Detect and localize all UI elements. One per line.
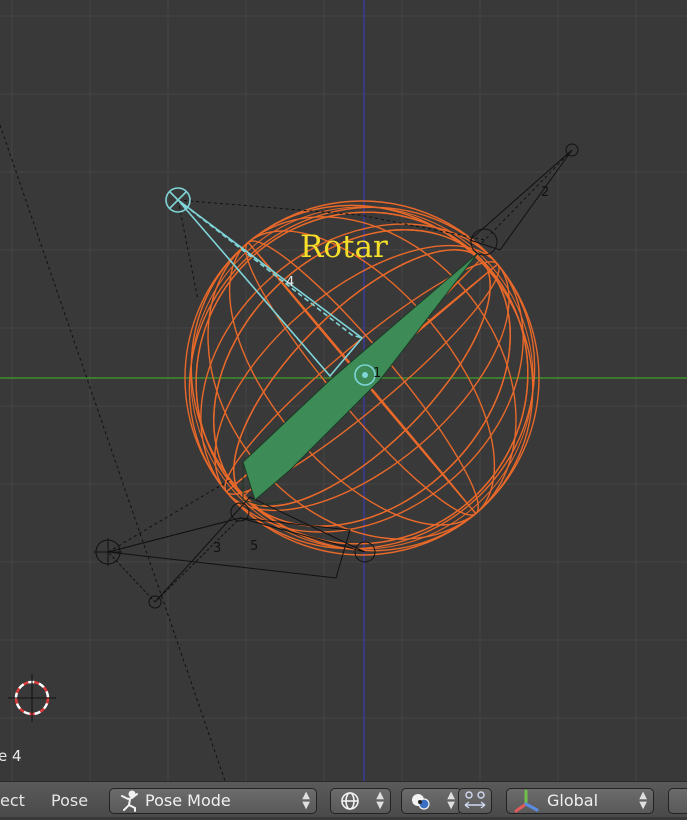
updown-arrows-icon: ▲ ▼ <box>447 790 455 811</box>
updown-arrows-icon: ▲ ▼ <box>639 790 647 811</box>
updown-arrows-icon: ▲ ▼ <box>302 790 310 811</box>
bone-shape <box>154 496 366 603</box>
joint-circle <box>362 372 368 378</box>
select-menu[interactable]: ect <box>0 788 25 814</box>
viewport-header: ect Pose Pose Mode ▲ ▼ ▲ ▼ ▲ ▼ Global ▲ ▼ <box>0 781 687 817</box>
updown-arrows-icon: ▲ ▼ <box>376 790 384 811</box>
header-extra-button[interactable] <box>668 788 687 814</box>
pose-menu[interactable]: Pose <box>51 788 88 814</box>
relationship-line <box>107 479 231 553</box>
transform-orientation-selector[interactable]: Global ▲ ▼ <box>506 788 654 814</box>
bone-number-label: 4 <box>286 275 295 290</box>
bone-number-label: 5 <box>250 539 259 554</box>
globe-icon <box>340 791 360 818</box>
rotar-label: Rotar <box>300 229 388 265</box>
object-name-label: e 4 <box>0 747 22 765</box>
viewport-scene <box>0 0 687 781</box>
mode-value: Pose Mode <box>145 791 231 810</box>
manipulator-icon <box>462 790 488 819</box>
pose-figure-icon <box>118 790 142 819</box>
transform-axes-icon <box>511 789 541 820</box>
pivot-point-selector[interactable]: ▲ ▼ <box>401 788 462 814</box>
3d-viewport[interactable]: Rotar e 4 4 2 1 3 5 <box>0 0 687 781</box>
viewport-shading-selector[interactable]: ▲ ▼ <box>330 788 391 814</box>
manipulator-toggle[interactable] <box>458 788 492 814</box>
bone-number-label: 1 <box>373 366 382 381</box>
mode-selector[interactable]: Pose Mode ▲ ▼ <box>109 788 317 814</box>
orientation-value: Global <box>547 791 599 810</box>
bone-number-label: 2 <box>541 185 550 200</box>
bone-shape <box>469 149 573 251</box>
pivot-icon <box>409 791 433 818</box>
bone-number-label: 3 <box>213 541 222 556</box>
